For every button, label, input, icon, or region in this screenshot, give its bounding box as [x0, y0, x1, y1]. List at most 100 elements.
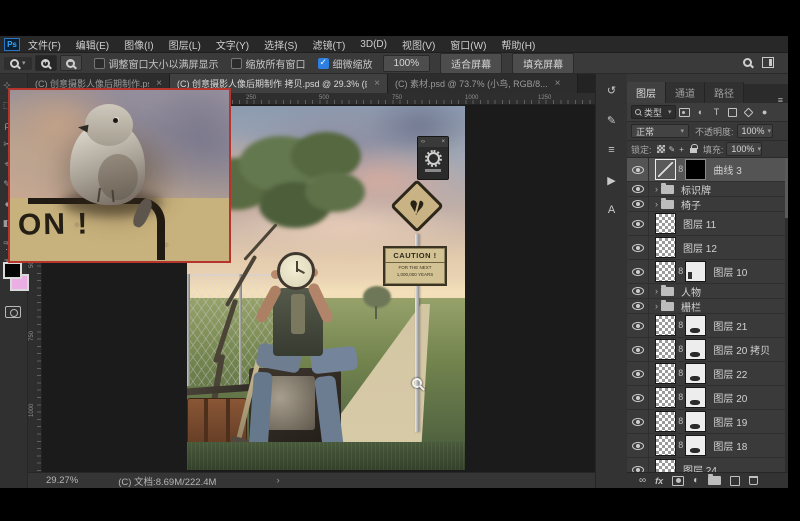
foreground-color-swatch[interactable]: [3, 262, 22, 279]
document-tab-3[interactable]: (C) 素材.psd @ 73.7% (小鸟, RGB/8...×: [388, 74, 578, 93]
layer-thumbnail[interactable]: [655, 315, 676, 336]
checkbox-unchecked[interactable]: [94, 58, 105, 69]
menu-file[interactable]: 文件(F): [28, 37, 61, 52]
actions-panel-icon[interactable]: ▶: [603, 172, 621, 188]
layer-group-row[interactable]: › 椅子: [627, 197, 788, 212]
layer-mask-thumbnail[interactable]: [685, 387, 706, 408]
layer-thumbnail[interactable]: [655, 261, 676, 282]
menu-layer[interactable]: 图层(L): [169, 37, 201, 52]
visibility-toggle[interactable]: [627, 338, 649, 361]
menu-edit[interactable]: 编辑(E): [76, 37, 109, 52]
visibility-toggle[interactable]: [627, 386, 649, 409]
tab-channels[interactable]: 通道: [666, 82, 705, 103]
history-panel-icon[interactable]: ↺: [603, 82, 621, 98]
layer-row[interactable]: 8 图层 10: [627, 260, 788, 284]
zoom-in-button[interactable]: +: [35, 55, 57, 71]
zoom-level-field[interactable]: 29.27%: [46, 475, 78, 486]
menu-type[interactable]: 文字(Y): [216, 37, 249, 52]
brush-panel-icon[interactable]: ✎: [603, 112, 621, 128]
menu-3d[interactable]: 3D(D): [360, 39, 387, 50]
layer-thumbnail[interactable]: [655, 435, 676, 456]
scrubby-zoom-option[interactable]: 细微缩放: [318, 56, 373, 71]
layer-thumbnail[interactable]: [655, 237, 676, 258]
adjustment-layer-thumbnail[interactable]: [655, 159, 676, 180]
layer-group-row[interactable]: › 人物: [627, 284, 788, 299]
layer-mask-thumbnail[interactable]: [685, 363, 706, 384]
zoom-all-windows-option[interactable]: 缩放所有窗口: [231, 56, 306, 71]
filter-adjustment-layers-icon[interactable]: ◐: [694, 106, 708, 118]
layer-mask-thumbnail[interactable]: [685, 339, 706, 360]
menu-image[interactable]: 图像(I): [124, 37, 153, 52]
fill-screen-button[interactable]: 填充屏幕: [512, 53, 574, 74]
menu-filter[interactable]: 滤镜(T): [313, 37, 346, 52]
character-panel-icon[interactable]: A: [603, 202, 621, 218]
bird-preview-overlay[interactable]: ON !: [8, 88, 231, 263]
zoom-out-button[interactable]: −: [60, 55, 82, 71]
layer-row[interactable]: 图层 12: [627, 236, 788, 260]
layer-thumbnail[interactable]: [655, 339, 676, 360]
visibility-toggle[interactable]: [627, 458, 649, 472]
lock-position-icon[interactable]: +: [679, 145, 684, 154]
visibility-toggle[interactable]: [627, 314, 649, 337]
visibility-toggle[interactable]: [627, 158, 649, 181]
visibility-toggle[interactable]: [627, 260, 649, 283]
filter-type-layers-icon[interactable]: T: [710, 106, 724, 118]
layer-group-row[interactable]: › 标识牌: [627, 182, 788, 197]
filter-shape-layers-icon[interactable]: [726, 106, 740, 118]
workspace-switcher-icon[interactable]: [762, 57, 774, 68]
layer-mask-thumbnail[interactable]: [685, 315, 706, 336]
layer-row[interactable]: 图层 11: [627, 212, 788, 236]
fill-field[interactable]: 100%▾: [726, 142, 762, 156]
layer-mask-thumbnail[interactable]: [685, 411, 706, 432]
visibility-toggle[interactable]: [627, 236, 649, 259]
floating-adjustment-panel[interactable]: ‹›×: [417, 136, 449, 180]
layer-row-curves3[interactable]: 8 曲线 3: [627, 158, 788, 182]
blend-mode-select[interactable]: 正常▾: [631, 124, 689, 138]
new-group-icon[interactable]: [708, 476, 721, 485]
menu-view[interactable]: 视图(V): [402, 37, 435, 52]
layer-mask-thumbnail[interactable]: [685, 261, 706, 282]
tab-paths[interactable]: 路径: [705, 82, 744, 103]
visibility-toggle[interactable]: [627, 182, 649, 196]
zoom-tool-preset[interactable]: ▾: [4, 57, 32, 70]
add-mask-icon[interactable]: [672, 476, 684, 486]
checkbox-checked[interactable]: [318, 58, 329, 69]
layer-thumbnail[interactable]: [655, 387, 676, 408]
visibility-toggle[interactable]: [627, 362, 649, 385]
disclosure-icon[interactable]: ›: [655, 184, 658, 194]
fit-screen-button[interactable]: 适合屏幕: [440, 53, 502, 74]
layer-thumbnail[interactable]: [655, 459, 676, 472]
visibility-toggle[interactable]: [627, 299, 649, 313]
delete-layer-icon[interactable]: [749, 476, 758, 485]
layer-style-icon[interactable]: fx: [655, 476, 663, 486]
visibility-toggle[interactable]: [627, 212, 649, 235]
layer-row[interactable]: 8 图层 20 拷贝: [627, 338, 788, 362]
layer-mask-thumbnail[interactable]: [685, 435, 706, 456]
tab-layers[interactable]: 图层: [627, 82, 666, 103]
checkbox-unchecked[interactable]: [231, 58, 242, 69]
layer-row[interactable]: 8 图层 21: [627, 314, 788, 338]
status-arrow-icon[interactable]: ›: [276, 475, 279, 486]
zoom-100-button[interactable]: 100%: [383, 55, 431, 72]
quick-mask-icon[interactable]: [5, 306, 21, 318]
menu-select[interactable]: 选择(S): [264, 37, 297, 52]
layer-thumbnail[interactable]: [655, 213, 676, 234]
disclosure-icon[interactable]: ›: [655, 286, 658, 296]
resize-windows-option[interactable]: 调整窗口大小以满屏显示: [94, 56, 219, 71]
adjustment-layer-icon[interactable]: ◐: [693, 476, 699, 486]
disclosure-icon[interactable]: ›: [655, 301, 658, 311]
visibility-toggle[interactable]: [627, 410, 649, 433]
disclosure-icon[interactable]: ›: [655, 199, 658, 209]
filter-pixel-layers-icon[interactable]: [678, 106, 692, 118]
layer-group-row[interactable]: › 栅栏: [627, 299, 788, 314]
gear-icon[interactable]: [427, 152, 440, 165]
layer-row[interactable]: 8 图层 20: [627, 386, 788, 410]
new-layer-icon[interactable]: [730, 476, 740, 486]
layer-row[interactable]: 图层 24: [627, 458, 788, 472]
lock-all-icon[interactable]: [690, 148, 697, 153]
close-icon[interactable]: ×: [374, 78, 380, 89]
layer-thumbnail[interactable]: [655, 411, 676, 432]
layer-row[interactable]: 8 图层 22: [627, 362, 788, 386]
lock-pixels-icon[interactable]: ✎: [669, 145, 676, 154]
lock-transparency-icon[interactable]: [657, 145, 665, 153]
